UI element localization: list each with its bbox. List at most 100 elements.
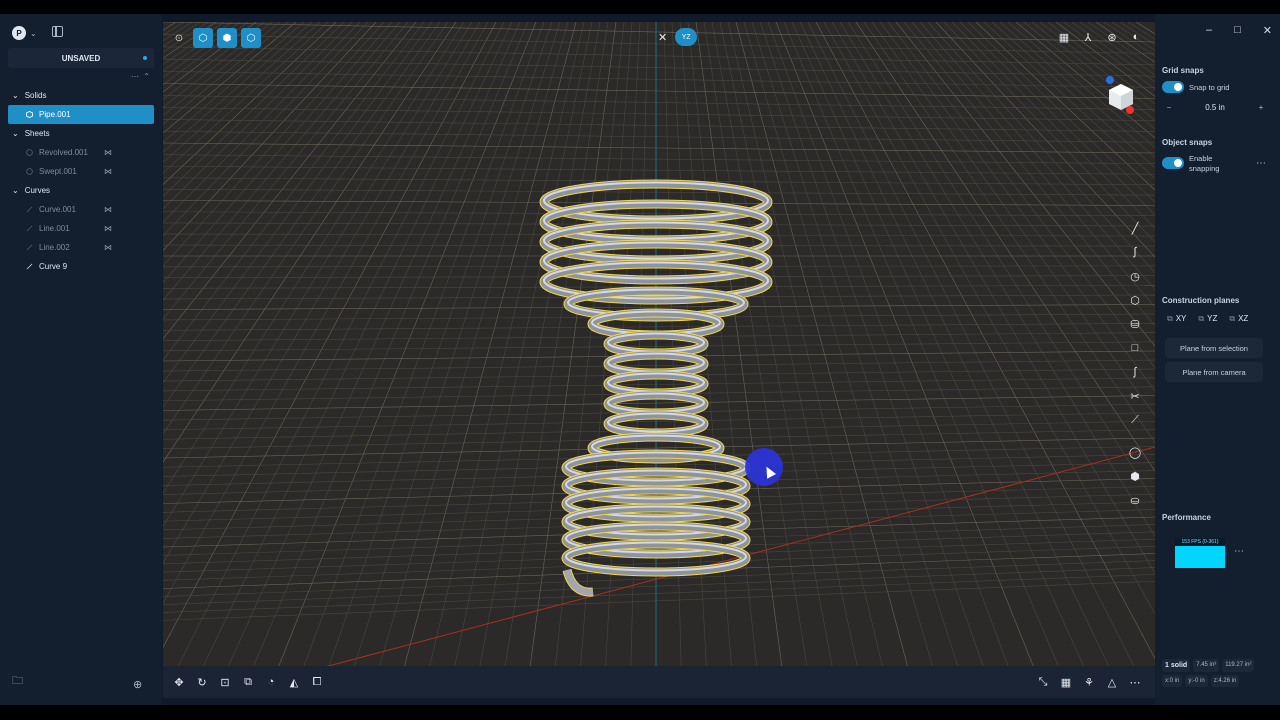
chevron-down-icon[interactable]: ⌄ [12,186,19,195]
hidden-eye-icon[interactable]: ⋈ [104,148,112,157]
enable-snapping-toggle[interactable] [1162,157,1184,169]
spiral-tool-icon[interactable]: ʃ [1125,362,1145,382]
boolean-icon[interactable]: ⚘ [1081,674,1097,690]
edge-mode-icon[interactable]: ⬡ [193,28,213,48]
snap-to-grid-toggle[interactable] [1162,81,1184,93]
maximize-icon[interactable]: □ [1234,24,1241,37]
view-toolbar: ▦ ⅄ ⊛ ◐ [1055,28,1145,46]
warning-icon[interactable]: △ [1104,674,1120,690]
more-icon[interactable]: ⋯ [131,72,140,81]
duplicate-icon[interactable]: ⧠ [309,674,325,690]
3d-viewport[interactable]: ⊙ ⬡ ⬢ ⬡ ✕ YZ ▦ ⅄ ⊛ ◐ ╱ ∫ ◷ ⬡ ⛁ □ ʃ ✂ ⟋ ◯… [163,22,1155,698]
tree-item-revolved[interactable]: Revolved.001 ⋈ [8,143,154,162]
more-icon[interactable]: ⋯ [1256,158,1266,169]
box-tool-icon[interactable]: ⬢ [1125,466,1145,486]
tree-item-line-002[interactable]: Line.002 ⋈ [8,238,154,257]
solid-mode-icon[interactable]: ⬡ [241,28,261,48]
user-menu[interactable]: P ⌄ [12,26,37,40]
close-icon[interactable]: ✕ [658,31,667,44]
plane-xy-label: XY [1175,314,1187,323]
plane-xz-button[interactable]: ⧉ XZ [1229,314,1248,324]
rotate-icon[interactable]: ↻ [194,674,210,690]
chevron-down-icon[interactable]: ⌄ [30,29,37,38]
close-icon[interactable]: ✕ [1263,24,1272,37]
avatar[interactable]: P [12,26,26,40]
circle-tool-icon[interactable]: ◷ [1125,266,1145,286]
tree-item-curve-9[interactable]: Curve 9 [8,257,154,276]
sidebar-toggle-icon[interactable] [52,26,63,37]
fps-label: 153 FPS (0-361) [1175,538,1225,546]
plane-icon: ⧉ [1198,314,1205,323]
hidden-eye-icon[interactable]: ⋈ [104,224,112,233]
selection-mode-toolbar: ⊙ ⬡ ⬢ ⬡ [169,28,261,48]
minimize-icon[interactable]: – [1206,24,1212,37]
z-stat: z:4.26 in [1210,675,1240,687]
measure-icon[interactable]: ⤡ [1035,674,1051,690]
array-icon[interactable]: ▦ [1058,674,1074,690]
plane-chip[interactable]: YZ [675,28,698,46]
folder-icon[interactable]: 🗀 [12,672,23,691]
zoom-icon[interactable]: ⊕ [133,678,142,691]
cut-tool-icon[interactable]: ✂ [1125,386,1145,406]
more-icon[interactable]: ⋯ [1127,674,1143,690]
cylinder-solid-icon[interactable]: ⛀ [1125,490,1145,510]
grid-lines [163,22,1155,698]
plus-icon[interactable]: + [1254,103,1268,112]
tree-item-curve-001[interactable]: Curve.001 ⋈ [8,200,154,219]
group-label: Curves [24,186,51,195]
document-title[interactable]: UNSAVED [8,48,154,68]
chevron-down-icon[interactable]: ⌄ [12,129,19,138]
point-mode-icon[interactable]: ⊙ [169,28,189,48]
plane-xy-button[interactable]: ⧉ XY [1167,314,1186,324]
tree-group-curves[interactable]: ⌄ Curves [8,181,154,200]
polygon-tool-icon[interactable]: ⬡ [1125,290,1145,310]
minus-icon[interactable]: − [1162,103,1176,112]
render-mode-icon[interactable]: ⊛ [1103,28,1121,46]
tree-item-pipe[interactable]: Pipe.001 [8,105,154,124]
grid-size-stepper[interactable]: − 0.5 in + [1162,99,1268,115]
more-icon[interactable]: ⋯ [1234,546,1244,557]
curve-tool-icon[interactable]: ∫ [1125,242,1145,262]
tree-group-sheets[interactable]: ⌄ Sheets [8,124,154,143]
hidden-eye-icon[interactable]: ⋈ [104,167,112,176]
cylinder-tool-icon[interactable]: ⛁ [1125,314,1145,334]
view-cube[interactable] [1101,72,1141,120]
offset-icon[interactable]: ⧉ [240,674,256,690]
collapse-icon[interactable]: ⌃ [143,72,151,81]
plane-yz-button[interactable]: ⧉ YZ [1198,314,1217,324]
move-icon[interactable]: ✥ [171,674,187,690]
tree-item-line-001[interactable]: Line.001 ⋈ [8,219,154,238]
tree-item-swept[interactable]: Swept.001 ⋈ [8,162,154,181]
hidden-eye-icon[interactable]: ⋈ [104,205,112,214]
curve-icon [26,206,33,213]
line-tool-icon[interactable]: ╱ [1125,218,1145,238]
scene-canvas[interactable] [163,22,1155,698]
mirror-icon[interactable]: ◭ [286,674,302,690]
trim-tool-icon[interactable]: ⟋ [1125,410,1145,430]
grid-size-value[interactable]: 0.5 in [1176,103,1254,112]
grid-icon[interactable]: ▦ [1055,28,1073,46]
window-controls: – □ ✕ [1206,24,1272,37]
axes-icon[interactable]: ⅄ [1079,28,1097,46]
face-mode-icon[interactable]: ⬢ [217,28,237,48]
xray-icon[interactable]: ◐ [1127,28,1145,46]
tree-item-label: Swept.001 [39,167,77,176]
y-stat: y:-0 in [1185,675,1208,687]
group-label: Sheets [24,129,50,138]
sheet-icon [26,168,33,175]
hidden-eye-icon[interactable]: ⋈ [104,243,112,252]
sphere-tool-icon[interactable]: ◯ [1125,442,1145,462]
tree-group-solids[interactable]: ⌄ Solids [8,86,154,105]
drawing-toolbar: ╱ ∫ ◷ ⬡ ⛁ □ ʃ ✂ ⟋ ◯ ⬢ ⛀ [1125,218,1147,510]
line-icon [26,244,33,251]
tree-item-label: Curve 9 [39,262,68,271]
plane-from-selection-button[interactable]: Plane from selection [1165,338,1263,358]
unsaved-dot-icon [143,56,147,60]
fillet-icon[interactable]: ◔ [263,674,279,690]
tree-item-label: Pipe.001 [39,110,71,119]
chevron-down-icon[interactable]: ⌄ [12,91,19,100]
plane-from-camera-button[interactable]: Plane from camera [1165,362,1263,382]
rectangle-tool-icon[interactable]: □ [1125,338,1145,358]
scale-icon[interactable]: ⊡ [217,674,233,690]
utility-tools: ⤡ ▦ ⚘ △ ⋯ [1035,674,1143,690]
